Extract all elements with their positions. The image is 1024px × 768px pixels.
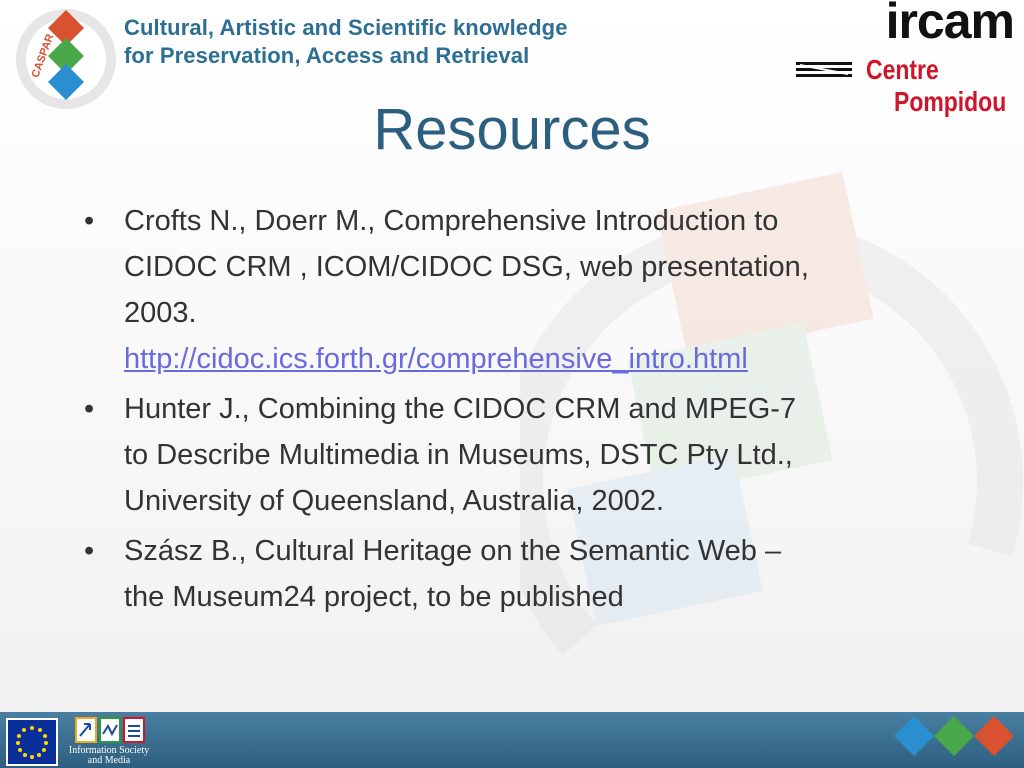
- tagline-line-1: Cultural, Artistic and Scientific knowle…: [124, 15, 568, 40]
- pompidou-stripes-icon: [796, 62, 852, 77]
- ism-line-2: and Media: [87, 755, 131, 766]
- bullet-3-line-2: the Museum24 project, to be published: [124, 581, 624, 613]
- list-item: • Szász B., Cultural Heritage on the Sem…: [84, 528, 944, 620]
- bullet-1-line-2: CIDOC CRM , ICOM/CIDOC DSG, web presenta…: [124, 251, 809, 283]
- caspar-diamonds-icon: [894, 716, 1014, 756]
- eu-flag-icon: [6, 718, 58, 766]
- list-item: • Hunter J., Combining the CIDOC CRM and…: [84, 386, 944, 524]
- bullet-3-line-1: Szász B., Cultural Heritage on the Seman…: [124, 535, 782, 567]
- information-society-icon: [75, 717, 145, 743]
- bullet-icon: •: [84, 205, 95, 237]
- information-society-label: Information Society and Media: [62, 746, 156, 766]
- ircam-wordmark: ircam: [885, 0, 1015, 49]
- bullet-2-line-2: to Describe Multimedia in Museums, DSTC …: [124, 439, 793, 471]
- list-item: • Crofts N., Doerr M., Comprehensive Int…: [84, 198, 944, 382]
- bullet-2-line-3: University of Queensland, Australia, 200…: [124, 485, 665, 517]
- footer-bar: Information Society and Media: [0, 712, 1024, 768]
- resource-list: • Crofts N., Doerr M., Comprehensive Int…: [84, 198, 944, 624]
- bullet-2-line-1: Hunter J., Combining the CIDOC CRM and M…: [124, 393, 797, 425]
- bullet-1-line-1: Crofts N., Doerr M., Comprehensive Intro…: [124, 205, 779, 237]
- bullet-1-line-3: 2003.: [124, 297, 197, 329]
- tagline-line-2: for Preservation, Access and Retrieval: [124, 43, 530, 68]
- project-tagline: Cultural, Artistic and Scientific knowle…: [124, 14, 568, 70]
- bullet-icon: •: [84, 535, 95, 567]
- centre-label: Centre: [866, 54, 939, 85]
- slide-title: Resources: [373, 97, 651, 162]
- cidoc-intro-link[interactable]: http://cidoc.ics.forth.gr/comprehensive_…: [124, 336, 944, 382]
- bullet-icon: •: [84, 393, 95, 425]
